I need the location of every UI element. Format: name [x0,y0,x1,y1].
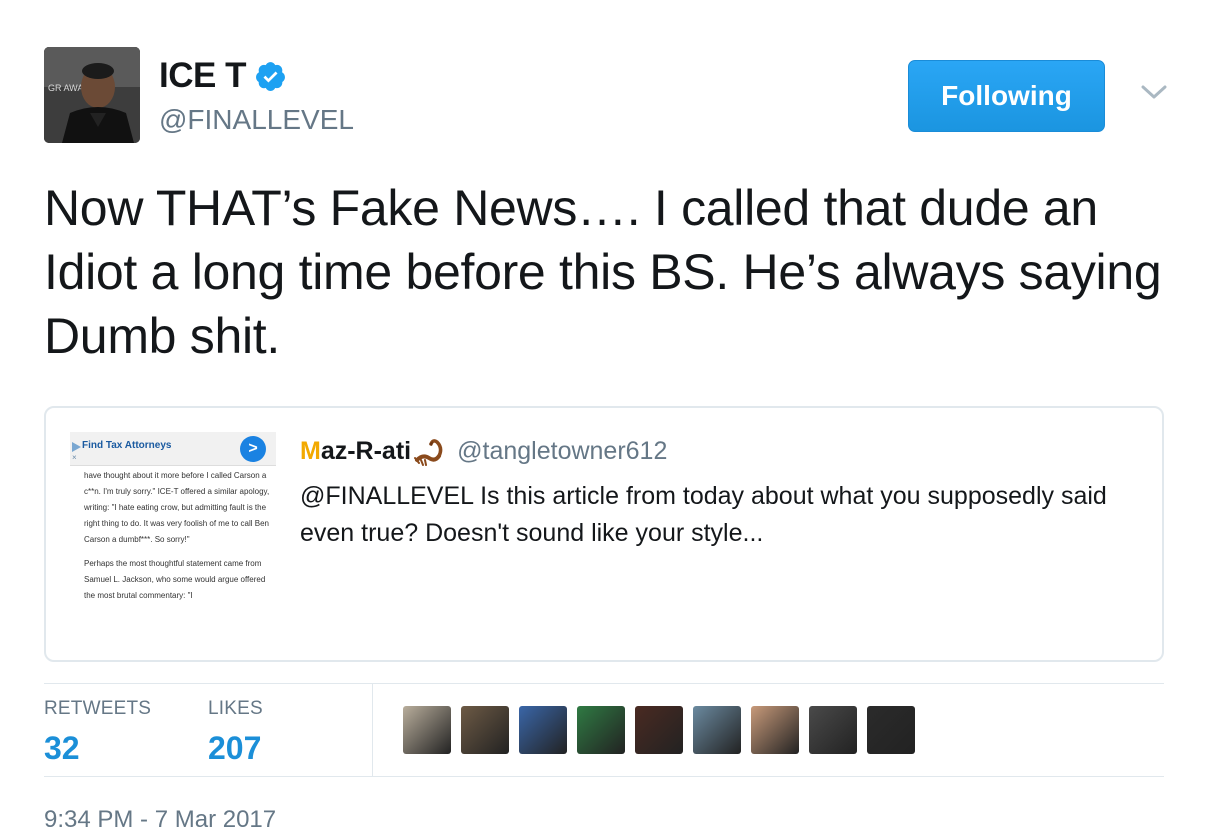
tweet-text: Now THAT’s Fake News…. I called that dud… [44,180,1162,364]
retweets-label: RETWEETS [44,698,152,719]
quoted-tweet-text: @FINALLEVEL Is this article from today a… [300,482,1107,547]
quoted-author-name-text: az-R-ati [320,436,412,465]
ad-title: Find Tax Attorneys [82,440,172,451]
quoted-author-name-logo-letter: M [300,436,321,465]
liker-avatar[interactable] [809,706,857,754]
divider [44,776,1164,777]
quoted-tweet-thumbnail[interactable]: × Find Tax Attorneys > have thought abou… [70,432,276,638]
article-paragraph: have thought about it more before I call… [84,471,270,544]
avatar-image: GR AWA [44,47,140,143]
ad-close-icon: × [72,453,77,462]
following-button[interactable]: Following [908,60,1105,132]
liker-avatar[interactable] [693,706,741,754]
quoted-author-name[interactable]: Maz-R-ati [300,437,411,466]
article-paragraph: Perhaps the most thoughtful statement ca… [84,559,266,600]
liker-avatars [403,706,925,754]
chevron-down-icon[interactable] [1139,80,1169,104]
liker-avatar[interactable] [867,706,915,754]
liker-avatar[interactable] [403,706,451,754]
author-display-name[interactable]: ICE T [159,56,287,96]
tweet-timestamp[interactable]: 9:34 PM - 7 Mar 2017 [44,806,276,834]
divider [44,683,1164,684]
article-excerpt: have thought about it more before I call… [84,468,274,612]
author-name-text[interactable]: ICE T [159,56,246,96]
liker-avatar[interactable] [751,706,799,754]
verified-badge-icon [256,61,285,91]
liker-avatar[interactable] [519,706,567,754]
liker-avatar[interactable] [461,706,509,754]
likes-label: LIKES [208,698,263,719]
liker-avatar[interactable] [577,706,625,754]
author-avatar[interactable]: GR AWA [44,47,140,143]
svg-text:GR AWA: GR AWA [48,83,83,93]
divider [372,684,373,776]
likes-stat[interactable]: LIKES 207 [208,698,263,767]
quoted-tweet-card[interactable]: × Find Tax Attorneys > have thought abou… [44,406,1164,662]
likes-count: 207 [208,730,262,766]
ad-banner: × Find Tax Attorneys > [70,432,276,466]
quoted-tweet-header: Maz-R-ati @tangletowner612 [300,436,667,466]
retweets-stat[interactable]: RETWEETS 32 [44,698,151,767]
ad-choices-icon [72,442,81,452]
ad-arrow-icon: > [240,436,266,462]
author-handle[interactable]: @FINALLEVEL [159,104,354,136]
quoted-author-handle[interactable]: @tangletowner612 [457,437,667,466]
retweets-count: 32 [44,730,80,766]
liker-avatar[interactable] [635,706,683,754]
scorpion-emoji-icon [414,439,443,466]
